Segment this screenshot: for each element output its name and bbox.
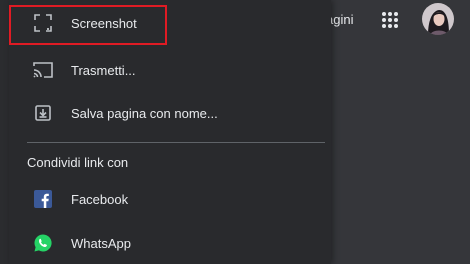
menu-item-save-page[interactable]: Salva pagina con nome...: [9, 91, 331, 135]
avatar[interactable]: [422, 3, 454, 35]
menu-item-label: Trasmetti...: [71, 62, 136, 78]
apps-grid-icon[interactable]: [381, 11, 399, 29]
menu-item-cast[interactable]: Trasmetti...: [9, 48, 331, 92]
menu-item-screenshot[interactable]: Screenshot: [9, 1, 331, 45]
left-gutter: [0, 0, 9, 264]
menu-item-facebook[interactable]: Facebook: [9, 177, 331, 221]
share-menu: Screenshot Trasmetti... Salva pagina con…: [9, 0, 331, 264]
menu-item-whatsapp[interactable]: WhatsApp: [9, 221, 331, 264]
download-icon: [31, 101, 55, 125]
menu-item-label: WhatsApp: [71, 235, 131, 251]
menu-item-label: Salva pagina con nome...: [71, 105, 218, 121]
facebook-icon: [31, 187, 55, 211]
browser-page: agini Screenshot Trasmetti... Salva pagi…: [0, 0, 470, 264]
menu-divider: [27, 142, 325, 143]
whatsapp-icon: [31, 231, 55, 255]
menu-item-label: Facebook: [71, 191, 129, 207]
screenshot-icon: [31, 11, 55, 35]
cast-icon: [31, 58, 55, 82]
menu-item-label: Screenshot: [71, 15, 137, 31]
share-section-heading: Condividi link con: [27, 155, 129, 170]
